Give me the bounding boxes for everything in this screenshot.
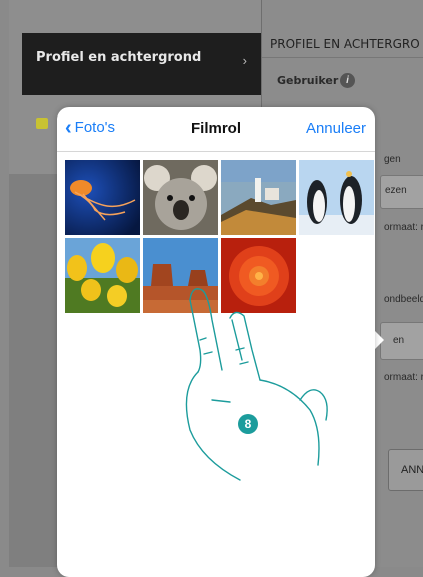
photo-thumbnail-koala[interactable]: [143, 160, 218, 235]
chevron-right-icon: ›: [242, 53, 247, 68]
text-fragment: ormaat: r: [384, 372, 423, 383]
cancel-button[interactable]: Annuleer: [306, 120, 366, 137]
photo-thumbnail-chrysanthemum[interactable]: [221, 238, 296, 313]
select-button-2[interactable]: en: [380, 322, 423, 360]
text-fragment: gen: [384, 154, 401, 165]
photo-thumbnail-jellyfish[interactable]: [65, 160, 140, 235]
photo-thumbnail-penguins[interactable]: [299, 160, 374, 235]
select-button-1[interactable]: ezen: [380, 175, 423, 209]
photo-thumbnail-tulips[interactable]: [65, 238, 140, 313]
menu-item-label: Profiel en achtergrond: [36, 50, 202, 65]
photo-grid: [65, 160, 374, 313]
photo-thumbnail-lighthouse[interactable]: [221, 160, 296, 235]
photo-picker-popover: ‹ Foto's Filmrol Annuleer: [57, 107, 375, 577]
select-button-label: en: [393, 335, 405, 346]
photo-thumbnail-desert[interactable]: [143, 238, 218, 313]
divider: [262, 57, 423, 58]
info-icon[interactable]: i: [340, 73, 355, 88]
cancel-button-partial[interactable]: ANN: [388, 449, 423, 491]
select-button-label: ezen: [385, 185, 407, 196]
user-label: Gebruiker: [277, 74, 339, 87]
popover-arrow: [374, 330, 384, 350]
text-fragment: ondbeeld: [384, 294, 423, 305]
panel-title: PROFIEL EN ACHTERGRO: [270, 37, 420, 51]
step-number-badge: 8: [238, 414, 258, 434]
yellow-dot-icon: [36, 118, 48, 129]
text-fragment: ormaat: r: [384, 222, 423, 233]
menu-item-profile-background[interactable]: Profiel en achtergrond ›: [22, 33, 261, 95]
popover-nav-bar: ‹ Foto's Filmrol Annuleer: [57, 107, 375, 152]
